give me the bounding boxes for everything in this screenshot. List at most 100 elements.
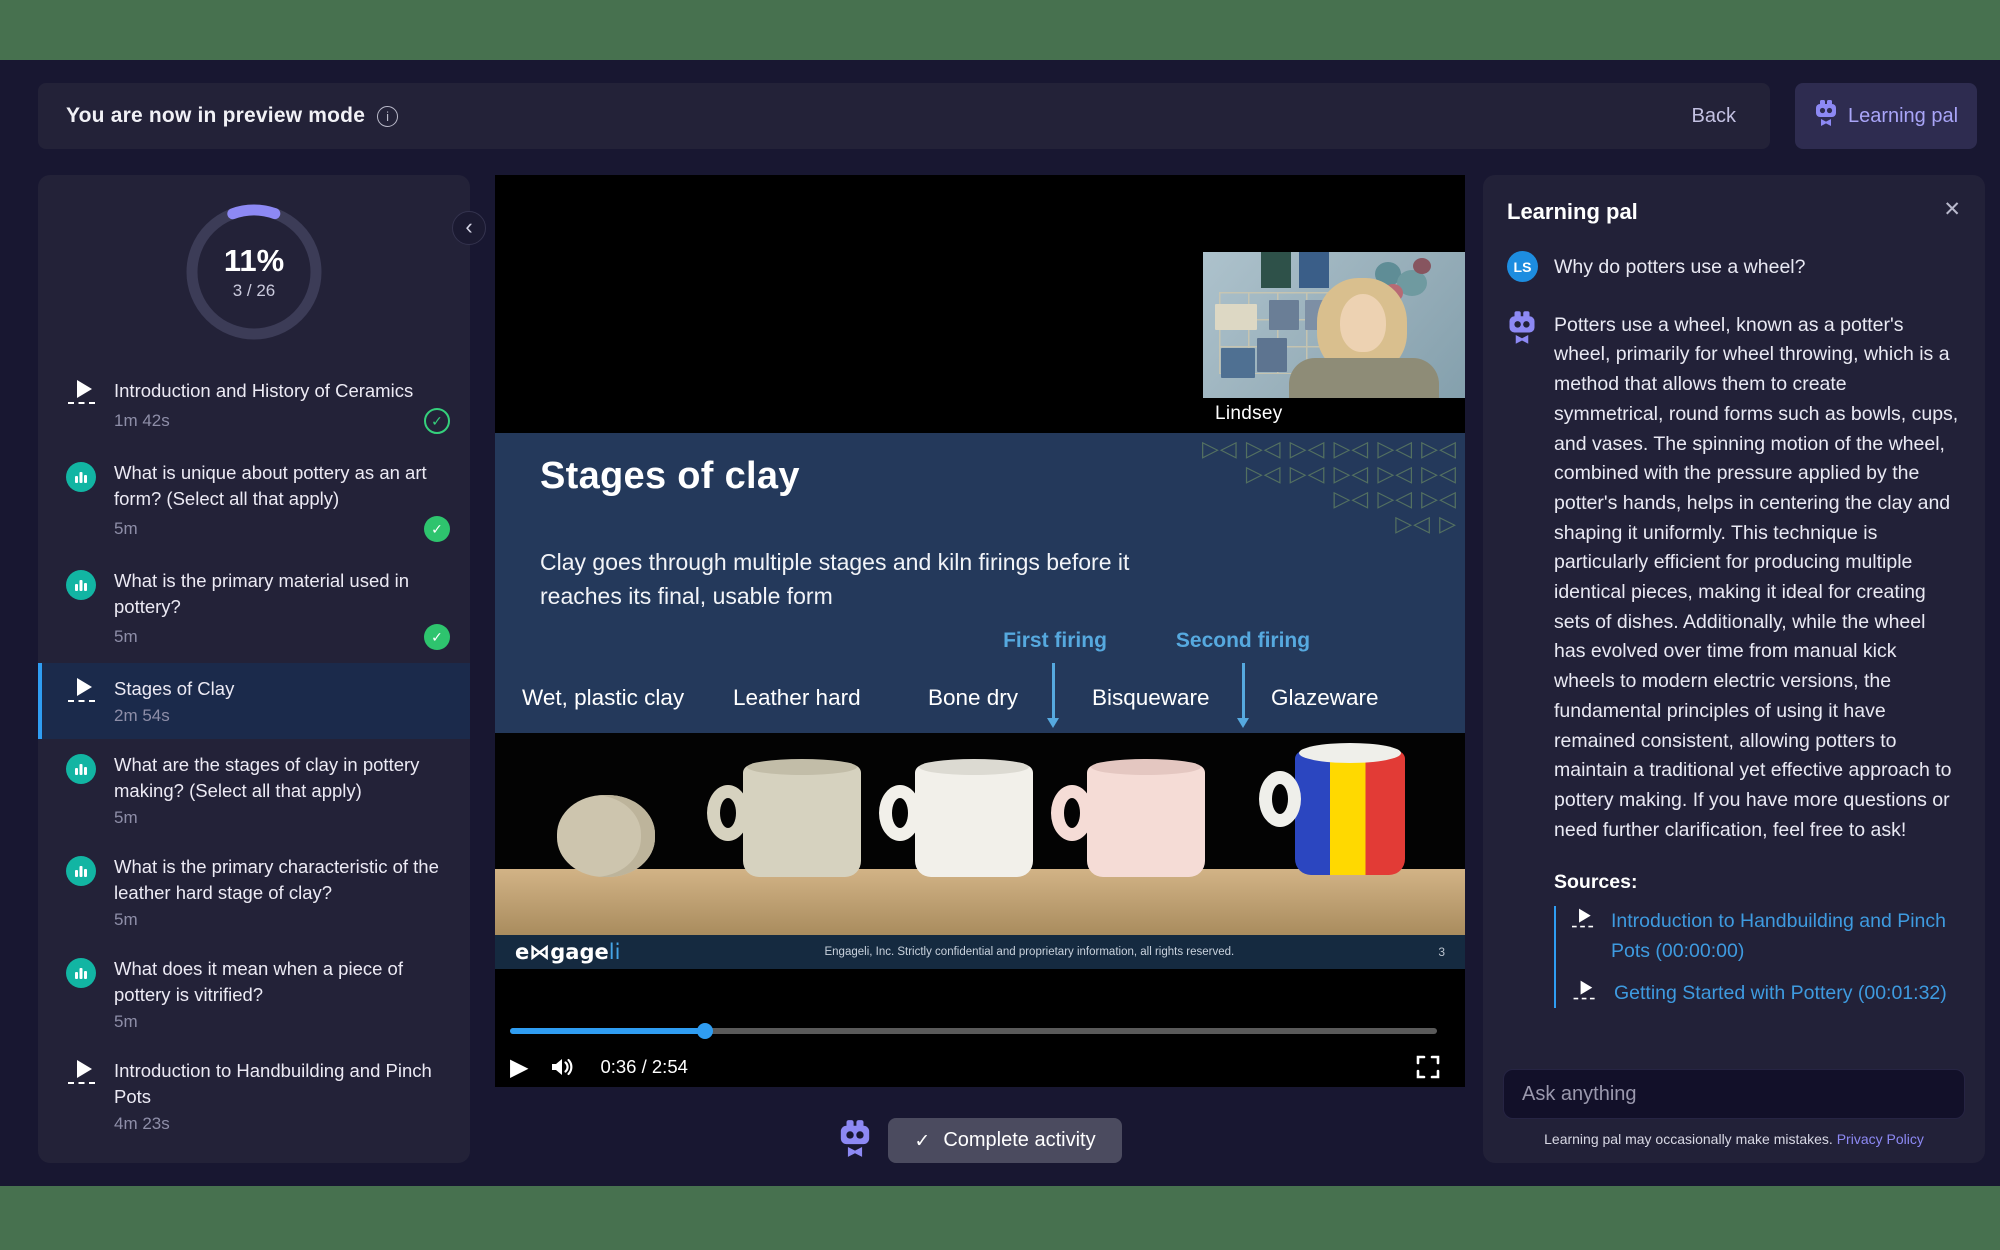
progress-fraction: 3 / 26 [233, 281, 276, 301]
preview-banner: You are now in preview mode i Back [38, 83, 1770, 149]
app-window: You are now in preview mode i Back Learn… [0, 60, 2000, 1186]
sources-section: Sources: Introduction to Handbuilding an… [1554, 871, 1961, 1008]
info-icon[interactable]: i [377, 106, 398, 127]
second-firing-arrow [1242, 663, 1245, 719]
time-display: 0:36 / 2:54 [600, 1056, 687, 1078]
complete-activity-row: ✓ Complete activity [495, 1118, 1465, 1163]
activity-title: What does it mean when a piece of potter… [114, 956, 450, 1008]
activity-title: Stages of Clay [114, 676, 450, 702]
slide-title: Stages of clay [540, 455, 800, 498]
slide-footer: e⋈gageli Engageli, Inc. Strictly confide… [495, 935, 1465, 969]
activity-title: Introduction and History of Ceramics [114, 378, 450, 404]
back-button[interactable]: Back [1692, 105, 1736, 128]
sidebar-collapse-button[interactable]: ‹ [452, 211, 486, 245]
slide-decorative-pattern: ▷◁ ▷◁ ▷◁ ▷◁ ▷◁ ▷◁ ▷◁ ▷◁ ▷◁ ▷◁ ▷◁ ▷◁ ▷◁ ▷… [1202, 437, 1457, 537]
completed-check-icon: ✓ [424, 624, 450, 650]
user-avatar: LS [1507, 251, 1538, 282]
activity-duration: 4m 23s [114, 1114, 170, 1134]
volume-button[interactable] [550, 1057, 574, 1077]
webcam-video [1203, 252, 1465, 398]
learning-pal-toggle-button[interactable]: Learning pal [1795, 83, 1977, 149]
robot-icon [1814, 100, 1838, 132]
video-activity-icon [1572, 909, 1593, 928]
video-activity-icon [66, 380, 96, 434]
play-button[interactable]: ▶ [510, 1053, 528, 1081]
user-message: LS Why do potters use a wheel? [1507, 251, 1961, 283]
chat-messages: LS Why do potters use a wheel? Potters u… [1483, 225, 1985, 1059]
webcam-tile: Lindsey [1203, 252, 1465, 430]
source-link-handbuilding[interactable]: Introduction to Handbuilding and Pinch P… [1572, 906, 1961, 966]
completed-check-icon: ✓ [424, 408, 450, 434]
stage-label: Wet, plastic clay [522, 685, 684, 711]
first-firing-arrow [1052, 663, 1055, 719]
activity-title: What is the primary characteristic of th… [114, 854, 450, 906]
fullscreen-button[interactable] [1415, 1054, 1441, 1080]
learning-pal-mascot-icon[interactable] [838, 1120, 872, 1162]
close-icon[interactable]: ✕ [1943, 199, 1961, 220]
stage-label: Leather hard [733, 685, 861, 711]
activity-title: What are the stages of clay in pottery m… [114, 752, 450, 804]
activity-item-vitrified[interactable]: What does it mean when a piece of potter… [38, 943, 470, 1045]
activity-item-unique-pottery[interactable]: What is unique about pottery as an art f… [38, 447, 470, 555]
stage-label: Glazeware [1271, 685, 1379, 711]
progress-percent: 11% [224, 243, 284, 279]
sources-label: Sources: [1554, 871, 1961, 894]
activity-item-primary-material[interactable]: What is the primary material used in pot… [38, 555, 470, 663]
activity-item-intro-ceramics[interactable]: Introduction and History of Ceramics 1m … [38, 365, 470, 447]
learning-pal-toggle-label: Learning pal [1848, 105, 1958, 128]
learning-pal-panel: Learning pal ✕ LS Why do potters use a w… [1483, 175, 1985, 1163]
activity-list: Introduction and History of Ceramics 1m … [38, 365, 470, 1147]
complete-activity-button[interactable]: ✓ Complete activity [888, 1118, 1121, 1163]
activity-duration: 5m [114, 627, 138, 647]
activity-item-stages-of-clay[interactable]: Stages of Clay 2m 54s [38, 663, 470, 739]
chat-disclaimer: Learning pal may occasionally make mista… [1483, 1119, 1985, 1163]
robot-icon [1507, 309, 1538, 846]
second-firing-label: Second firing [1176, 629, 1310, 653]
activity-duration: 5m [114, 519, 138, 539]
user-question-text: Why do potters use a wheel? [1554, 251, 1805, 283]
video-activity-icon [66, 1060, 96, 1134]
seek-bar[interactable] [510, 1028, 1437, 1034]
bot-answer-text: Potters use a wheel, known as a potter's… [1554, 309, 1961, 846]
activity-title: What is unique about pottery as an art f… [114, 460, 450, 512]
bone-dry-mug [915, 765, 1033, 877]
activity-item-handbuilding[interactable]: Introduction to Handbuilding and Pinch P… [38, 1045, 470, 1147]
glazeware-mug [1295, 751, 1405, 875]
slide: ▷◁ ▷◁ ▷◁ ▷◁ ▷◁ ▷◁ ▷◁ ▷◁ ▷◁ ▷◁ ▷◁ ▷◁ ▷◁ ▷… [495, 433, 1465, 969]
confidential-text: Engageli, Inc. Strictly confidential and… [620, 946, 1438, 958]
poll-activity-icon [66, 856, 96, 886]
activity-item-leather-hard[interactable]: What is the primary characteristic of th… [38, 841, 470, 943]
stage-label: Bisqueware [1092, 685, 1210, 711]
leather-hard-mug [743, 765, 861, 877]
activity-duration: 5m [114, 808, 138, 828]
poll-activity-icon [66, 958, 96, 988]
video-player: Lindsey ▷◁ ▷◁ ▷◁ ▷◁ ▷◁ ▷◁ ▷◁ ▷◁ ▷◁ ▷◁ ▷◁… [495, 175, 1465, 1087]
player-controls: ▶ 0:36 / 2:54 [510, 1047, 1441, 1087]
activity-title: What is the primary material used in pot… [114, 568, 450, 620]
completed-check-icon: ✓ [424, 516, 450, 542]
presenter [1289, 278, 1439, 398]
activity-duration: 1m 42s [114, 411, 170, 431]
bot-message: Potters use a wheel, known as a potter's… [1507, 309, 1961, 846]
activity-sidebar: ‹ 11% 3 / 26 Introduction and History of… [38, 175, 470, 1163]
activity-duration: 5m [114, 910, 138, 930]
video-activity-icon [66, 678, 96, 726]
activity-item-stages-question[interactable]: What are the stages of clay in pottery m… [38, 739, 470, 841]
seek-progress [510, 1028, 705, 1034]
slide-body-text: Clay goes through multiple stages and ki… [540, 545, 1210, 613]
ask-anything-input[interactable] [1503, 1069, 1965, 1119]
first-firing-label: First firing [1003, 629, 1107, 653]
wet-clay-lump [557, 795, 655, 877]
preview-banner-text: You are now in preview mode [66, 104, 365, 128]
poll-activity-icon [66, 462, 96, 492]
slide-number: 3 [1438, 945, 1445, 959]
engageli-logo: e⋈gageli [515, 940, 620, 964]
activity-title: Introduction to Handbuilding and Pinch P… [114, 1058, 450, 1110]
seek-handle[interactable] [697, 1023, 713, 1039]
privacy-policy-link[interactable]: Privacy Policy [1837, 1131, 1924, 1147]
complete-activity-label: Complete activity [943, 1129, 1095, 1152]
source-link-getting-started[interactable]: Getting Started with Pottery (00:01:32) [1572, 978, 1961, 1008]
presenter-name-label: Lindsey [1203, 398, 1465, 430]
stage-label: Bone dry [928, 685, 1018, 711]
chat-panel-title: Learning pal [1507, 199, 1638, 225]
